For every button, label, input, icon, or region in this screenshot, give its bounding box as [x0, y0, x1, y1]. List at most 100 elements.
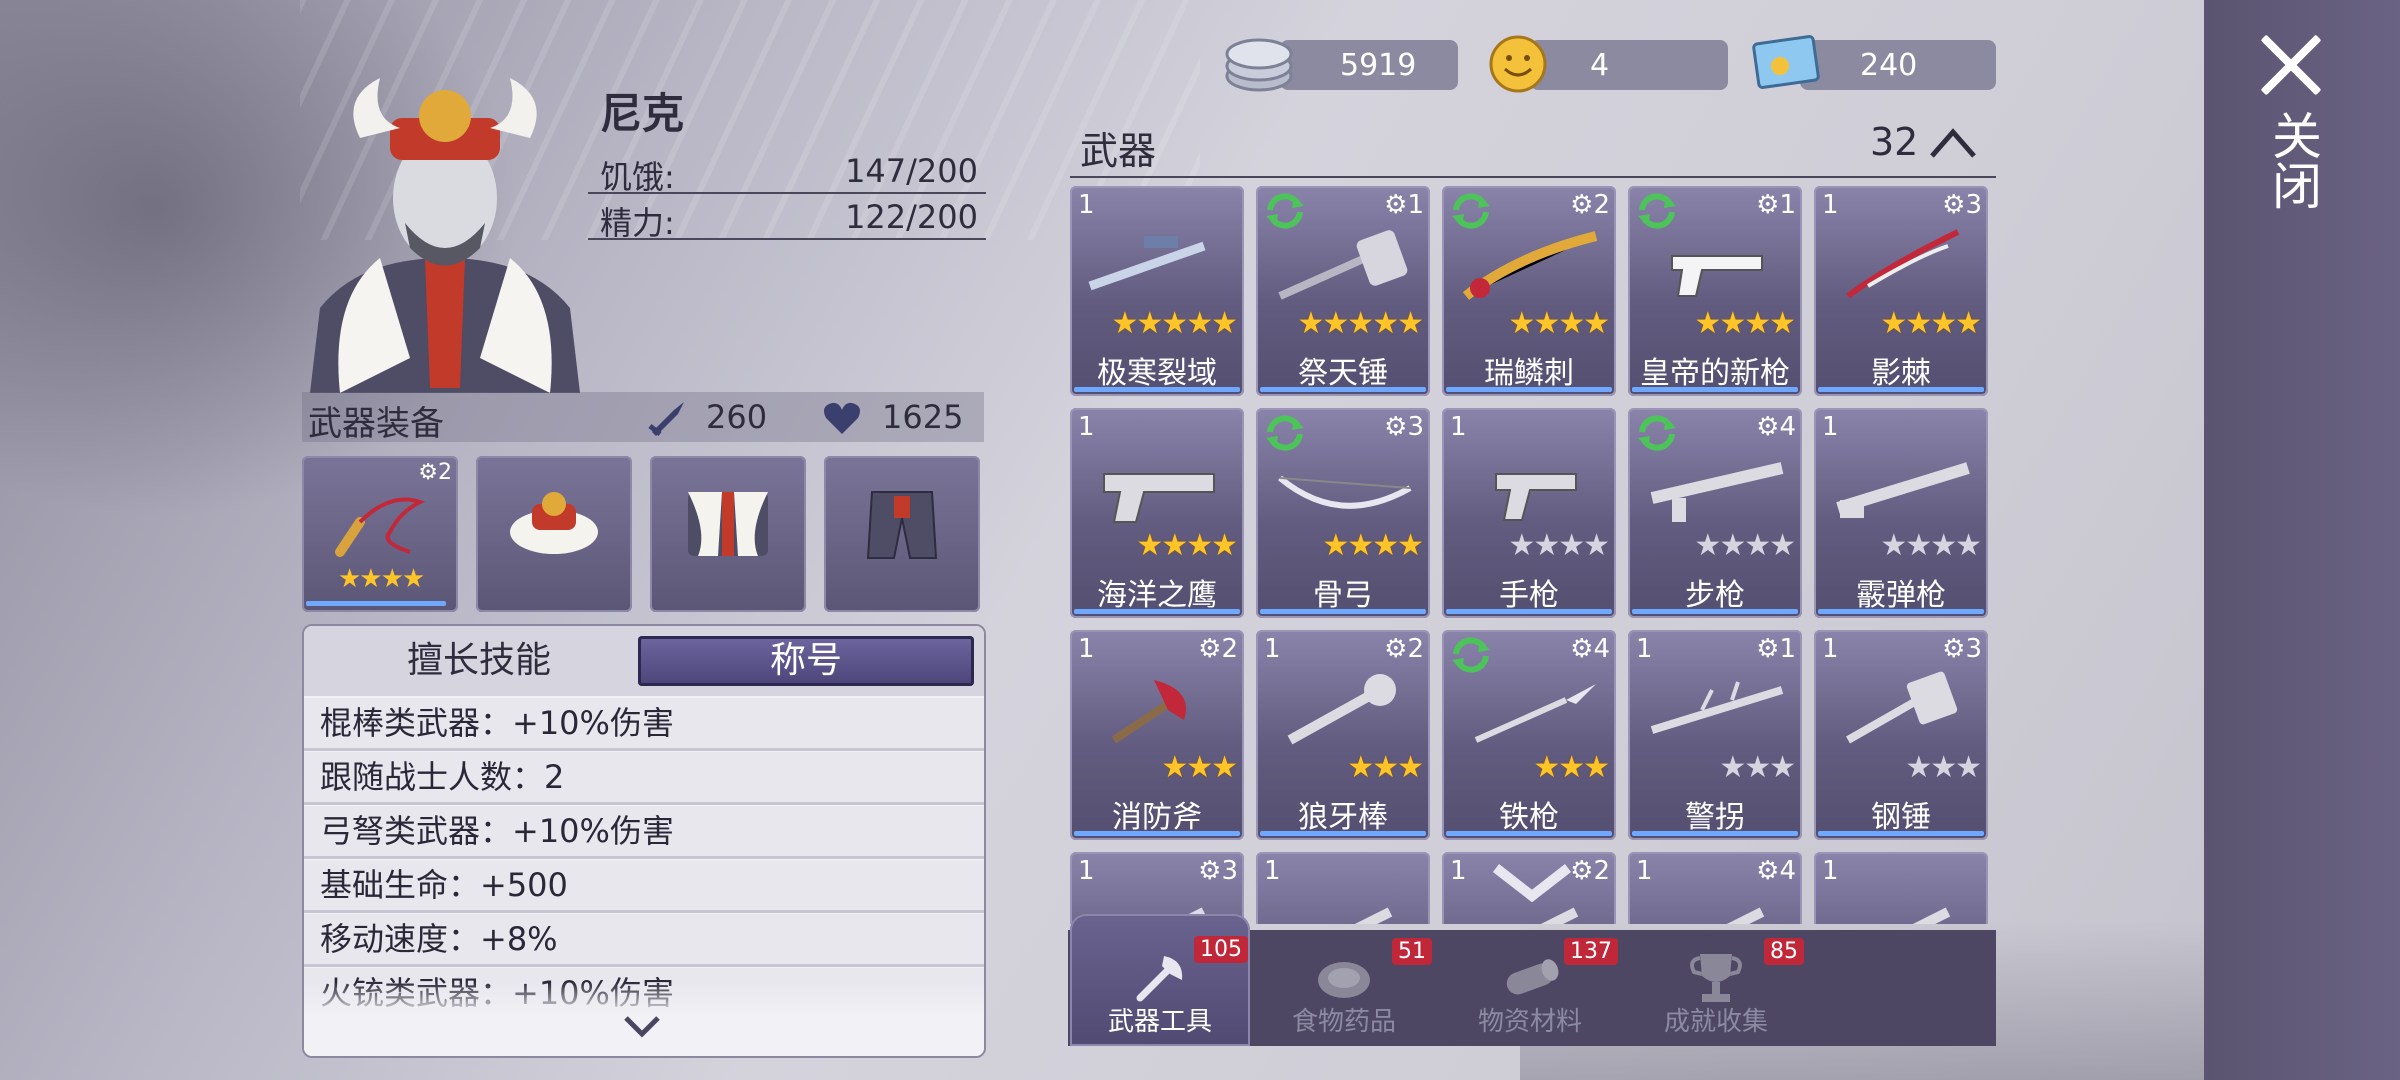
chevron-down-icon[interactable]: [622, 1006, 662, 1046]
chevron-up-icon[interactable]: [1928, 126, 1978, 160]
slot-stars: ★★★★: [338, 564, 425, 594]
weapon-name: 钢锤: [1871, 800, 1931, 835]
weapon-card[interactable]: 1: [1256, 852, 1430, 924]
tab-materials[interactable]: 137 物资材料: [1440, 930, 1620, 1046]
gear-level: 3: [1221, 856, 1238, 886]
weapon-level: 1: [1450, 856, 1467, 886]
ticket-counter: 240: [1800, 40, 1996, 90]
bottom-tab-bar: 105 武器工具 51 食物药品 137 物资材料 85 成就收集: [1068, 914, 1996, 1046]
scroll-chevron-icon[interactable]: [1492, 862, 1572, 902]
gear-level: 2: [1593, 856, 1610, 886]
weapon-icon: [1726, 907, 1765, 924]
tab-food-medicine[interactable]: 51 食物药品: [1254, 930, 1434, 1046]
weapon-card[interactable]: 1 ★★★★ 霰弹枪: [1814, 408, 1988, 618]
weapon-progress: [1632, 609, 1798, 614]
meat-icon: [1318, 962, 1370, 998]
tab-skills[interactable]: 擅长技能: [324, 636, 634, 686]
weapon-card[interactable]: 1 ⚙3 ★★★★ 影棘: [1814, 186, 1988, 396]
weapon-card[interactable]: 1 ★★★★★ 极寒裂域: [1070, 186, 1244, 396]
weapon-icon: [1846, 229, 1960, 299]
tab-weapons-tools[interactable]: 105 武器工具: [1070, 914, 1250, 1046]
weapon-progress: [1446, 387, 1612, 392]
weapon-card[interactable]: ⚙1 ★★★★★ 祭天锤: [1256, 186, 1430, 396]
equip-slot-coat[interactable]: [650, 456, 806, 612]
close-panel[interactable]: 关闭: [2204, 0, 2400, 1080]
gear-level: 4: [1779, 412, 1796, 442]
gear-level: 2: [1221, 634, 1238, 664]
silver-value: 5919: [1340, 48, 1417, 83]
weapons-count: 32: [1870, 120, 1919, 164]
weapon-stars: ★★★★: [1508, 306, 1610, 341]
weapon-card[interactable]: 1: [1814, 852, 1988, 924]
tab-label: 食物药品: [1291, 1007, 1396, 1037]
weapon-name: 海洋之鹰: [1097, 578, 1217, 613]
gear-level: 3: [1407, 412, 1424, 442]
equip-slot-pants[interactable]: [824, 456, 980, 612]
skill-item: 移动速度：+8%: [304, 914, 984, 967]
upgrade-gear-badge: ⚙2: [1570, 190, 1610, 220]
weapon-name: 祭天锤: [1298, 356, 1388, 391]
equipment-title: 武器装备: [308, 404, 444, 444]
gear-level: 1: [1779, 190, 1796, 220]
weapon-name: 瑞鳞刺: [1484, 356, 1574, 391]
weapon-card[interactable]: 1 ★★★★ 手枪: [1442, 408, 1616, 618]
close-label[interactable]: 关闭: [2262, 110, 2322, 210]
skill-item: 跟随战士人数：2: [304, 752, 984, 805]
weapon-card[interactable]: ⚙4 ★★★ 铁枪: [1442, 630, 1616, 840]
weapon-progress: [1632, 387, 1798, 392]
weapon-icon: [1474, 684, 1596, 743]
weapon-card[interactable]: ⚙4 ★★★★ 步枪: [1628, 408, 1802, 618]
weapon-card[interactable]: ⚙2 ★★★★ 瑞鳞刺: [1442, 186, 1616, 396]
weapon-level: 1: [1822, 412, 1839, 442]
tab-label: 物资材料: [1477, 1007, 1582, 1037]
skill-item: 棍棒类武器：+10%伤害: [304, 698, 984, 751]
character-name: 尼克: [600, 89, 685, 138]
heart-icon: [824, 402, 860, 434]
weapon-name: 铁枪: [1499, 800, 1559, 835]
weapon-stars: ★★★: [1161, 750, 1238, 785]
gear-level: 2: [1593, 190, 1610, 220]
energy-value: 122/200: [845, 198, 978, 236]
weapon-card[interactable]: ⚙3 ★★★★ 骨弓: [1256, 408, 1430, 618]
weapon-name: 狼牙棒: [1298, 800, 1388, 835]
weapon-progress: [1260, 387, 1426, 392]
equip-slot-hat[interactable]: [476, 456, 632, 612]
weapon-name: 霰弹枪: [1856, 578, 1946, 613]
weapon-card[interactable]: 1 ⚙3 ★★★ 钢锤: [1814, 630, 1988, 840]
badge: 137: [1564, 938, 1618, 965]
weapon-level: 1: [1078, 412, 1095, 442]
upgrade-gear-badge: ⚙2: [1570, 856, 1610, 886]
skill-item: 基础生命：+500: [304, 860, 984, 913]
weapon-icon: [1495, 473, 1577, 521]
weapon-progress: [1446, 831, 1612, 836]
weapon-card[interactable]: 1 ⚙4: [1628, 852, 1802, 924]
weapon-card[interactable]: 1 ⚙2 ★★★ 狼牙棒: [1256, 630, 1430, 840]
weapon-level: 1: [1078, 634, 1095, 664]
tab-title[interactable]: 称号: [638, 636, 974, 686]
whip-icon: [335, 497, 426, 557]
tab-achievements[interactable]: 85 成就收集: [1626, 930, 1806, 1046]
fur-hat-icon: [510, 492, 598, 554]
character-portrait: [310, 78, 580, 393]
weapon-icon: [1278, 475, 1412, 509]
hunger-label: 饥饿:: [600, 158, 675, 196]
weapon-stars: ★★★★★: [1111, 306, 1238, 341]
weapon-progress: [1818, 387, 1984, 392]
badge: 105: [1194, 936, 1248, 963]
weapon-card[interactable]: 1 ⚙2 ★★★ 消防斧: [1070, 630, 1244, 840]
weapon-card[interactable]: 1 ⚙1 ★★★ 警拐: [1628, 630, 1802, 840]
weapon-stars: ★★★★: [1694, 306, 1796, 341]
weapon-stars: ★★★: [1533, 750, 1610, 785]
weapon-name: 影棘: [1871, 356, 1931, 391]
weapon-icon: [1836, 462, 1970, 518]
weapon-card[interactable]: 1 ★★★★ 海洋之鹰: [1070, 408, 1244, 618]
weapon-level: 1: [1822, 634, 1839, 664]
upgrade-gear-badge: ⚙3: [1384, 412, 1424, 442]
equip-slot-weapon[interactable]: ⚙2 ★★★★: [302, 456, 458, 612]
upgrade-gear-badge: ⚙1: [1756, 634, 1796, 664]
close-icon[interactable]: [2256, 30, 2326, 100]
axe-tools-icon: [1136, 956, 1183, 1002]
weapon-card[interactable]: ⚙1 ★★★★ 皇帝的新枪: [1628, 186, 1802, 396]
weapon-stars: ★★★: [1719, 750, 1796, 785]
ticket-icon: [1752, 35, 1820, 89]
